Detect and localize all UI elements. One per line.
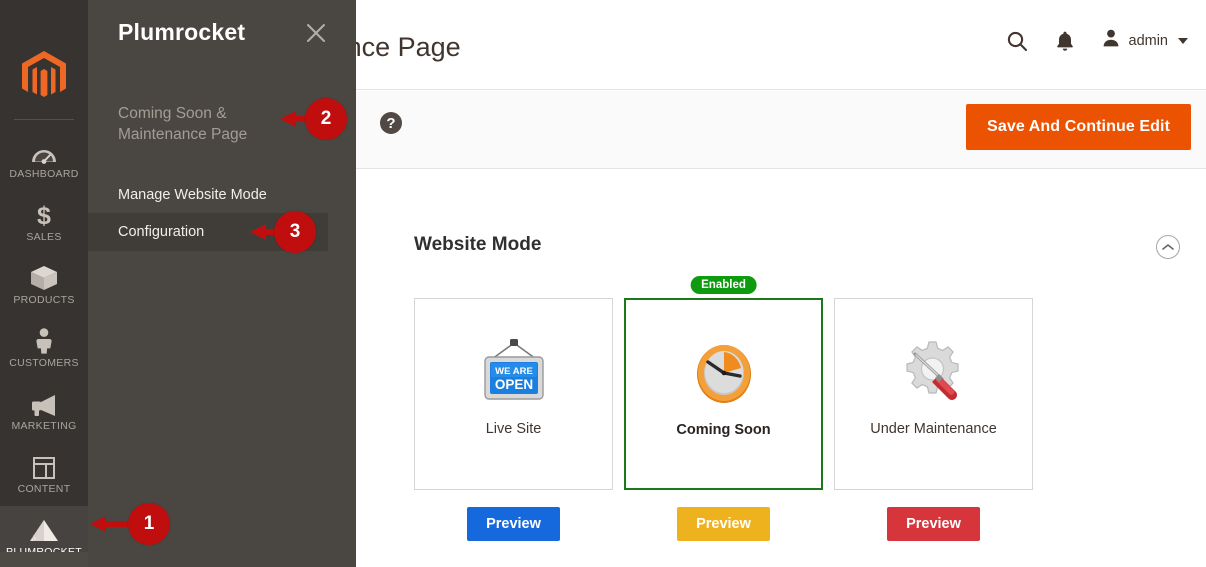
question-mark-help-icon[interactable]: ?	[380, 112, 402, 134]
sidebar-item-sales[interactable]: $ SALES	[0, 191, 88, 254]
sidebar-item-label: PRODUCTS	[13, 294, 75, 306]
callout-number-3: 3	[274, 211, 316, 253]
callout-number-1: 1	[128, 503, 170, 545]
preview-row-live-site: Preview	[414, 507, 613, 541]
callout-number-2: 2	[305, 98, 347, 140]
sidebar-item-dashboard[interactable]: DASHBOARD	[0, 128, 88, 191]
sidebar-items: DASHBOARD $ SALES PRODUCTS CUSTOMERS MAR…	[0, 128, 88, 567]
sidebar-item-products[interactable]: PRODUCTS	[0, 254, 88, 317]
admin-sidebar-rail: DASHBOARD $ SALES PRODUCTS CUSTOMERS MAR…	[0, 0, 88, 567]
mode-card-under-maintenance[interactable]: Under Maintenance	[834, 298, 1033, 490]
chevron-up-circle-icon[interactable]	[1156, 235, 1180, 259]
layout-page-icon	[32, 454, 56, 480]
plumrocket-pyramid-icon	[28, 517, 60, 543]
orange-clock-icon	[679, 338, 769, 408]
svg-text:$: $	[37, 202, 51, 228]
sidebar-item-content[interactable]: CONTENT	[0, 443, 88, 506]
sidebar-divider	[14, 119, 74, 120]
screen-root: aintenance Page admin ? Save And Continu…	[0, 0, 1206, 567]
box-package-icon	[30, 265, 58, 291]
preview-button-coming-soon[interactable]: Preview	[677, 507, 770, 541]
svg-text:OPEN: OPEN	[494, 377, 532, 392]
preview-row-coming-soon: Preview	[624, 507, 823, 541]
sidebar-bottom-stub	[0, 552, 88, 567]
mode-label: Under Maintenance	[870, 421, 997, 437]
dollar-sign-icon: $	[34, 202, 54, 228]
section-title: Website Mode	[414, 234, 542, 255]
person-icon	[34, 328, 54, 354]
sidebar-item-label: CUSTOMERS	[9, 357, 79, 369]
status-badge-enabled: Enabled	[690, 276, 757, 294]
we-are-open-sign-icon: WE ARE OPEN	[469, 337, 559, 407]
admin-user-name: admin	[1128, 32, 1169, 49]
user-avatar-icon	[1101, 28, 1121, 53]
mode-option-under-maintenance: Under Maintenance Preview	[834, 298, 1033, 541]
flyout-title: Plumrocket	[118, 19, 246, 45]
dashboard-gauge-icon	[30, 139, 58, 165]
megaphone-icon	[29, 391, 59, 417]
admin-user-menu[interactable]: admin	[1101, 28, 1188, 53]
mode-card-live-site[interactable]: WE ARE OPEN Live Site	[414, 298, 613, 490]
preview-button-under-maintenance[interactable]: Preview	[887, 507, 980, 541]
website-mode-section: Website Mode WE ARE OPEN Live Site Previ…	[288, 190, 1192, 567]
sidebar-item-label: DASHBOARD	[9, 168, 79, 180]
preview-button-live-site[interactable]: Preview	[467, 507, 560, 541]
plumrocket-flyout-panel: Plumrocket Coming Soon & Maintenance Pag…	[88, 0, 356, 567]
mode-label: Coming Soon	[676, 422, 771, 438]
gear-screwdriver-icon	[889, 337, 979, 407]
sidebar-item-label: SALES	[26, 231, 62, 243]
preview-row-under-maintenance: Preview	[834, 507, 1033, 541]
website-mode-options: WE ARE OPEN Live Site Preview Enabled Co…	[414, 276, 1033, 541]
mode-card-coming-soon[interactable]: Coming Soon	[624, 298, 823, 490]
topbar-actions: admin	[1005, 28, 1188, 53]
chevron-down-icon	[1178, 37, 1188, 44]
sidebar-item-label: CONTENT	[17, 483, 71, 495]
sidebar-item-marketing[interactable]: MARKETING	[0, 380, 88, 443]
mode-option-coming-soon: Enabled Coming Soon Preview	[624, 276, 823, 541]
mode-option-live-site: WE ARE OPEN Live Site Preview	[414, 298, 613, 541]
bell-icon[interactable]	[1055, 30, 1075, 52]
save-and-continue-edit-button[interactable]: Save And Continue Edit	[966, 104, 1191, 150]
close-x-icon[interactable]	[302, 19, 330, 47]
sidebar-item-label: MARKETING	[11, 420, 77, 432]
sidebar-item-customers[interactable]: CUSTOMERS	[0, 317, 88, 380]
svg-text:WE ARE: WE ARE	[495, 366, 533, 377]
magento-logo-icon[interactable]	[0, 46, 88, 106]
search-icon[interactable]	[1005, 29, 1029, 53]
flyout-link-manage-website-mode[interactable]: Manage Website Mode	[88, 176, 328, 214]
mode-label: Live Site	[485, 421, 542, 437]
